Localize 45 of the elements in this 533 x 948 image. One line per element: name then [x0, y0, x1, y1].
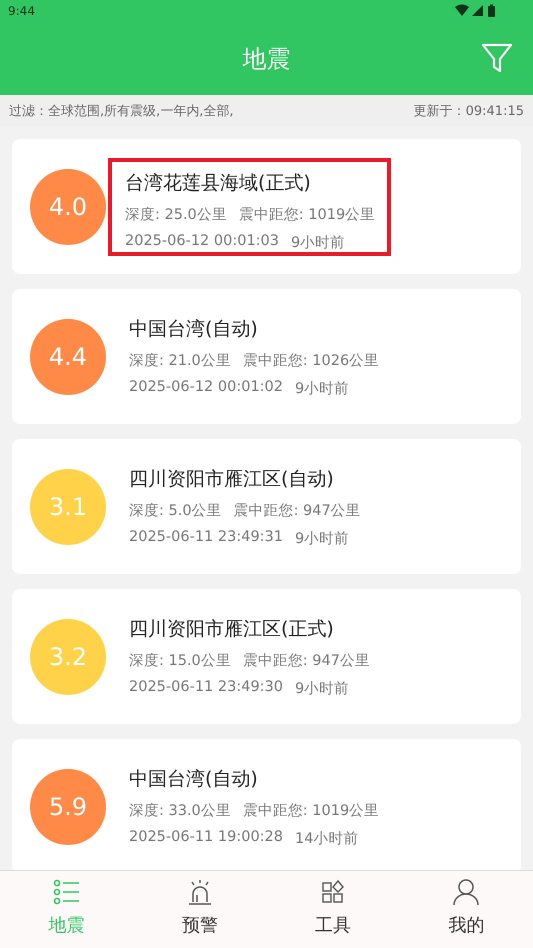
quake-datetime: 2025-06-11 23:49:30: [129, 678, 283, 696]
quake-datetime: 2025-06-11 19:00:28: [129, 828, 283, 846]
time-ago: 9小时前: [295, 530, 350, 548]
time-ago: 9小时前: [295, 680, 350, 698]
quake-location: 四川资阳市雁江区(正式): [129, 616, 335, 642]
quake-depth: 深度: 25.0公里: [125, 206, 227, 224]
nav-tab[interactable]: 我的: [400, 871, 533, 948]
list-icon: [52, 879, 81, 905]
quake-depth: 深度: 5.0公里: [129, 502, 222, 520]
quake-card[interactable]: 3.2 四川资阳市雁江区(正式) 深度: 15.0公里 震中距您: 947公里 2025-06-11 23:49:30 9小时前: [12, 589, 521, 724]
page-title: 地震: [242, 44, 290, 74]
magnitude-badge: 4.4: [30, 318, 106, 394]
quake-location: 中国台湾(自动): [129, 766, 259, 792]
quake-card[interactable]: 3.1 四川资阳市雁江区(自动) 深度: 5.0公里 震中距您: 947公里 2025-06-11 23:49:31 9小时前: [12, 439, 521, 574]
quake-depth: 深度: 21.0公里: [129, 352, 231, 370]
user-icon: [452, 879, 480, 905]
quake-distance: 震中距您: 1026公里: [242, 352, 380, 370]
update-time: 更新于：09:41:15: [414, 102, 524, 120]
quake-datetime: 2025-06-11 23:49:31: [129, 528, 283, 546]
quake-distance: 震中距您: 1019公里: [238, 206, 376, 224]
quake-card[interactable]: 5.9 中国台湾(自动) 深度: 33.0公里 震中距您: 1019公里 2025-06-11 19:00:28 14小时前: [12, 739, 521, 870]
quake-datetime: 2025-06-12 00:01:02: [129, 378, 283, 396]
quake-datetime: 2025-06-12 00:01:03: [125, 232, 279, 250]
magnitude-badge: 4.0: [30, 168, 106, 244]
quake-card[interactable]: 4.4 中国台湾(自动) 深度: 21.0公里 震中距您: 1026公里 2025-06-12 00:01:02 9小时前: [12, 289, 521, 424]
quake-location: 台湾花莲县海域(正式): [125, 170, 312, 196]
quake-distance: 震中距您: 1019公里: [242, 802, 380, 820]
quake-depth: 深度: 33.0公里: [129, 802, 231, 820]
status-time: 9:44: [8, 4, 35, 18]
quake-distance: 震中距您: 947公里: [242, 652, 370, 670]
quake-distance: 震中距您: 947公里: [234, 502, 361, 520]
quake-location: 中国台湾(自动): [129, 316, 259, 342]
nav-tab[interactable]: 工具: [266, 871, 400, 948]
magnitude-badge: 3.1: [30, 468, 106, 544]
filter-summary: 过滤：全球范围,所有震级,一年内,全部,: [9, 102, 234, 120]
quake-depth: 深度: 15.0公里: [129, 652, 231, 670]
time-ago: 14小时前: [295, 830, 358, 848]
magnitude-badge: 5.9: [30, 768, 106, 844]
quake-location: 四川资阳市雁江区(自动): [129, 466, 335, 492]
magnitude-badge: 3.2: [30, 618, 106, 694]
quake-card[interactable]: 4.0 台湾花莲县海域(正式) 深度: 25.0公里 震中距您: 1019公里 2025-06-12 00:01:03 9小时前: [12, 139, 521, 274]
time-ago: 9小时前: [295, 380, 350, 398]
filter-icon[interactable]: [481, 42, 513, 74]
nav-tab[interactable]: 预警: [133, 871, 266, 948]
time-ago: 9小时前: [291, 234, 346, 252]
